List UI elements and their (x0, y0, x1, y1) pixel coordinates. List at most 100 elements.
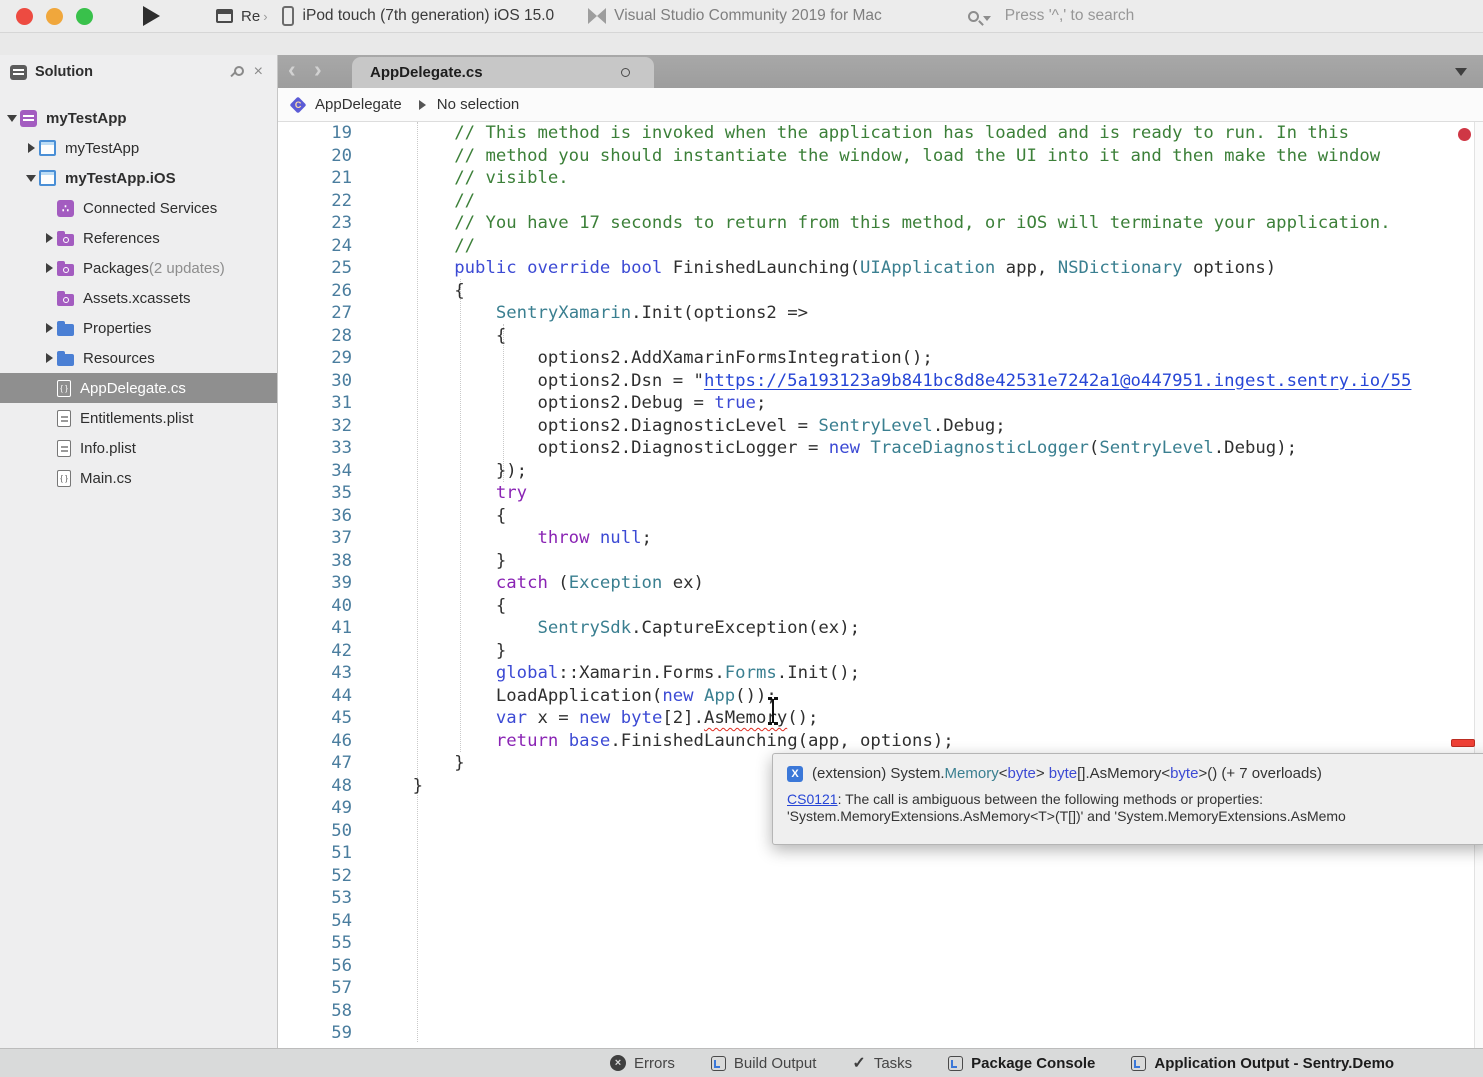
code-line-36[interactable]: { (371, 505, 1411, 528)
tree-item-resources[interactable]: Resources (0, 343, 277, 373)
run-button[interactable] (143, 6, 160, 26)
scrollbar-track[interactable] (1474, 122, 1483, 1048)
code-line-21[interactable]: // visible. (371, 167, 1411, 190)
code-line-56[interactable] (371, 955, 1411, 978)
code-line-32[interactable]: options2.DiagnosticLevel = SentryLevel.D… (371, 415, 1411, 438)
code-line-19[interactable]: // This method is invoked when the appli… (371, 122, 1411, 145)
code-line-53[interactable] (371, 887, 1411, 910)
tree-item-label: myTestApp.iOS (65, 170, 176, 187)
code-line-24[interactable]: // (371, 235, 1411, 258)
line-number: 38 (278, 550, 352, 573)
code-line-33[interactable]: options2.DiagnosticLogger = new TraceDia… (371, 437, 1411, 460)
code-line-54[interactable] (371, 910, 1411, 933)
code-lines[interactable]: // This method is invoked when the appli… (371, 122, 1411, 1045)
line-number: 41 (278, 617, 352, 640)
line-number: 33 (278, 437, 352, 460)
code-line-52[interactable] (371, 865, 1411, 888)
tree-item-label: Entitlements.plist (80, 410, 193, 427)
close-icon[interactable]: × (254, 64, 263, 80)
code-line-51[interactable] (371, 842, 1411, 865)
tree-item-mytestapp-ios[interactable]: myTestApp.iOS (0, 163, 277, 193)
code-line-30[interactable]: options2.Dsn = "https://5a193123a9b841bc… (371, 370, 1411, 393)
pad-button-label: Package Console (971, 1055, 1095, 1072)
folder-blue-icon (57, 324, 74, 336)
code-line-58[interactable] (371, 1000, 1411, 1023)
tab-close-icon[interactable] (621, 68, 630, 77)
tree-item-packages[interactable]: Packages (2 updates) (0, 253, 277, 283)
code-line-42[interactable]: } (371, 640, 1411, 663)
device-selector[interactable]: iPod touch (7th generation) iOS 15.0 (303, 7, 555, 25)
pad-button-build-output[interactable]: Build Output (711, 1055, 817, 1072)
configuration-selector[interactable]: Re (241, 8, 260, 25)
disclosure-right-icon[interactable] (41, 353, 57, 363)
tab-appdelegate[interactable]: AppDelegate.cs (352, 57, 654, 88)
tree-item-properties[interactable]: Properties (0, 313, 277, 343)
line-number: 55 (278, 932, 352, 955)
code-line-29[interactable]: options2.AddXamarinFormsIntegration(); (371, 347, 1411, 370)
close-window-button[interactable] (16, 8, 33, 25)
pad-button-errors[interactable]: ×Errors (610, 1055, 675, 1072)
code-line-26[interactable]: { (371, 280, 1411, 303)
code-line-39[interactable]: catch (Exception ex) (371, 572, 1411, 595)
scrollbar-error-marker[interactable] (1451, 739, 1475, 747)
breadcrumb-class[interactable]: AppDelegate (315, 96, 402, 113)
pad-button-package-console[interactable]: Package Console (948, 1055, 1095, 1072)
errors-icon: × (610, 1055, 626, 1071)
minimize-window-button[interactable] (46, 8, 63, 25)
code-line-44[interactable]: LoadApplication(new App()); (371, 685, 1411, 708)
tree-item-references[interactable]: References (0, 223, 277, 253)
tree-item-label: Packages (83, 260, 149, 277)
breadcrumb-selection[interactable]: No selection (437, 96, 520, 113)
pad-button-application-output-sentry-demo[interactable]: Application Output - Sentry.Demo (1131, 1055, 1394, 1072)
disclosure-right-icon[interactable] (41, 233, 57, 243)
search-icon (968, 11, 979, 22)
tree-item-mytestapp[interactable]: myTestApp (0, 133, 277, 163)
code-line-35[interactable]: try (371, 482, 1411, 505)
disclosure-down-icon[interactable] (4, 115, 20, 122)
code-line-55[interactable] (371, 932, 1411, 955)
code-editor[interactable]: 1920212223242526272829303132333435363738… (278, 122, 1483, 1048)
tree-item-appdelegate-cs[interactable]: AppDelegate.cs (0, 373, 277, 403)
code-line-27[interactable]: SentryXamarin.Init(options2 => (371, 302, 1411, 325)
navigate-back-button[interactable]: ‹ (288, 56, 296, 83)
code-line-41[interactable]: SentrySdk.CaptureException(ex); (371, 617, 1411, 640)
code-line-22[interactable]: // (371, 190, 1411, 213)
disclosure-right-icon[interactable] (41, 323, 57, 333)
folder-purple-icon (57, 234, 74, 246)
pad-button-tasks[interactable]: ✓Tasks (852, 1053, 912, 1073)
code-line-43[interactable]: global::Xamarin.Forms.Forms.Init(); (371, 662, 1411, 685)
code-line-34[interactable]: }); (371, 460, 1411, 483)
tree-item-connected-services[interactable]: Connected Services (0, 193, 277, 223)
code-line-46[interactable]: return base.FinishedLaunching(app, optio… (371, 730, 1411, 753)
disclosure-right-icon[interactable] (41, 263, 57, 273)
tree-item-info-plist[interactable]: Info.plist (0, 433, 277, 463)
line-number: 59 (278, 1022, 352, 1045)
tooltip-error-message: CS0121: The call is ambiguous between th… (787, 791, 1475, 808)
code-line-31[interactable]: options2.Debug = true; (371, 392, 1411, 415)
global-search[interactable]: Press '^,' to search (968, 7, 1135, 25)
code-line-20[interactable]: // method you should instantiate the win… (371, 145, 1411, 168)
code-line-23[interactable]: // You have 17 seconds to return from th… (371, 212, 1411, 235)
tree-item-label: myTestApp (65, 140, 139, 157)
code-line-45[interactable]: var x = new byte[2].AsMemory(); (371, 707, 1411, 730)
code-line-59[interactable] (371, 1022, 1411, 1045)
line-number: 37 (278, 527, 352, 550)
code-line-57[interactable] (371, 977, 1411, 1000)
code-line-37[interactable]: throw null; (371, 527, 1411, 550)
code-line-25[interactable]: public override bool FinishedLaunching(U… (371, 257, 1411, 280)
line-number: 57 (278, 977, 352, 1000)
pin-icon[interactable] (228, 65, 242, 79)
navigate-forward-button[interactable]: › (314, 56, 322, 83)
disclosure-right-icon[interactable] (23, 143, 39, 153)
zoom-window-button[interactable] (76, 8, 93, 25)
tree-item-main-cs[interactable]: Main.cs (0, 463, 277, 493)
code-line-38[interactable]: } (371, 550, 1411, 573)
tab-list-dropdown-icon[interactable] (1455, 68, 1467, 76)
tree-item-mytestapp[interactable]: myTestApp (0, 103, 277, 133)
tree-item-entitlements-plist[interactable]: Entitlements.plist (0, 403, 277, 433)
line-number: 56 (278, 955, 352, 978)
code-line-28[interactable]: { (371, 325, 1411, 348)
tree-item-assets-xcassets[interactable]: Assets.xcassets (0, 283, 277, 313)
disclosure-down-icon[interactable] (23, 175, 39, 182)
code-line-40[interactable]: { (371, 595, 1411, 618)
